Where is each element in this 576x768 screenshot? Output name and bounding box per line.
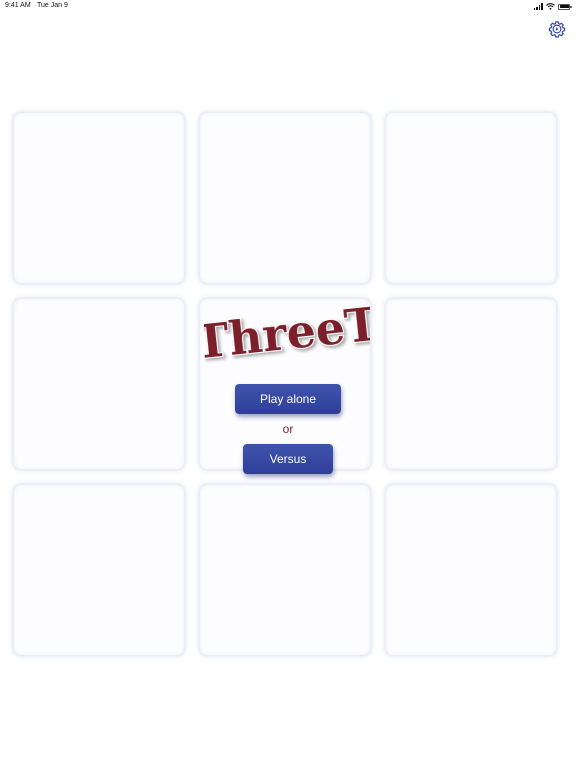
versus-button[interactable]: Versus — [243, 444, 333, 474]
play-alone-button[interactable]: Play alone — [235, 384, 341, 414]
board-cell[interactable] — [14, 299, 184, 469]
battery-icon — [558, 3, 572, 10]
board-cell[interactable] — [386, 485, 556, 655]
board-cell[interactable] — [200, 485, 370, 655]
status-date: Tue Jan 9 — [37, 2, 68, 9]
logo-text: ThreeT — [204, 297, 370, 369]
status-time: 9:41 AM — [5, 2, 31, 9]
signal-bars-icon — [533, 3, 543, 10]
wifi-icon — [546, 3, 555, 10]
or-label: or — [282, 422, 294, 436]
gear-icon — [548, 21, 566, 38]
status-bar: 9:41 AM Tue Jan 9 — [0, 0, 576, 14]
board-cell[interactable] — [14, 113, 184, 283]
board-cell[interactable] — [386, 113, 556, 283]
status-indicators — [533, 2, 572, 11]
settings-button[interactable] — [548, 20, 566, 38]
app-logo: ThreeT — [191, 295, 383, 370]
board-cell[interactable] — [386, 299, 556, 469]
board-cell[interactable] — [200, 113, 370, 283]
board-cell[interactable] — [14, 485, 184, 655]
